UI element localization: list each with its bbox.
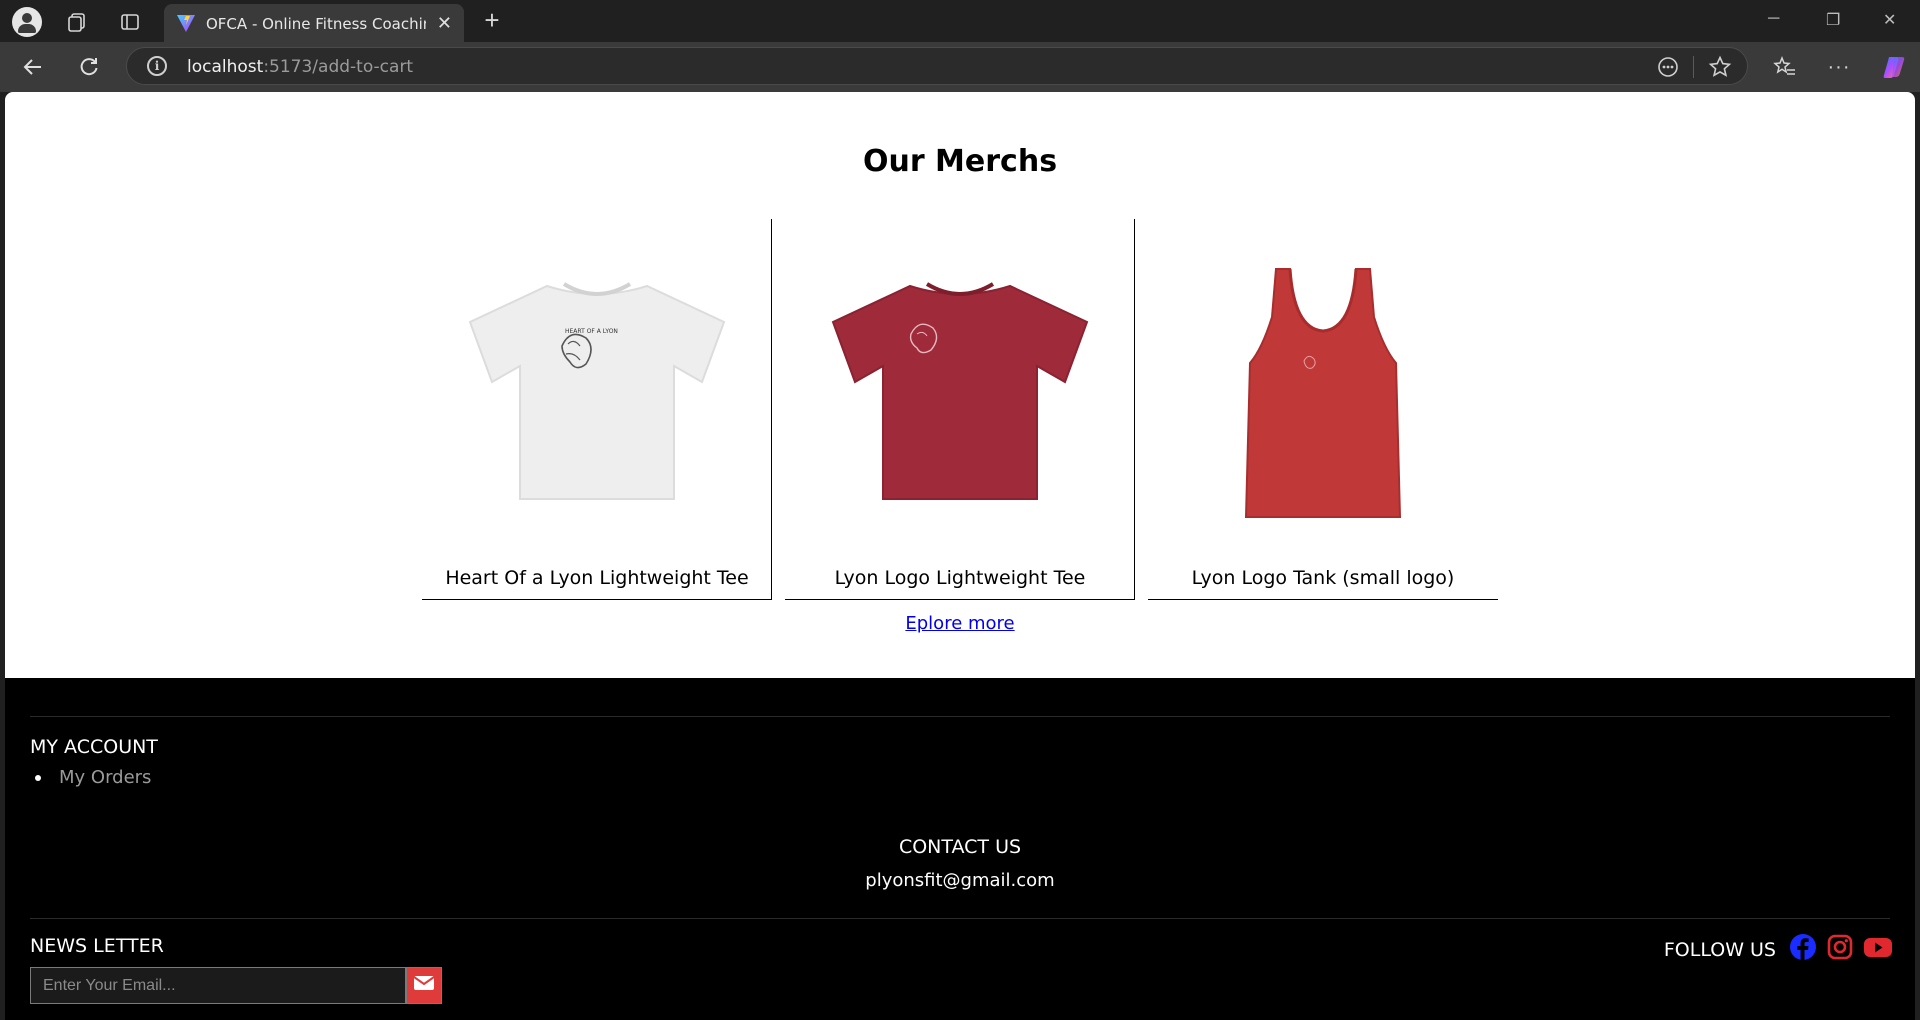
product-image[interactable]	[1148, 239, 1498, 539]
contact-us-heading: CONTACT US	[898, 836, 1022, 858]
my-orders-label[interactable]: My Orders	[59, 767, 151, 788]
product-card[interactable]: Lyon Logo Lightweight Tee	[785, 219, 1135, 600]
newsletter-email-input[interactable]	[30, 967, 406, 1004]
read-aloud-icon[interactable]	[1657, 56, 1679, 83]
tab-close-icon[interactable]: ✕	[437, 13, 452, 34]
follow-us: FOLLOW US	[1664, 933, 1893, 966]
close-window-icon[interactable]: ✕	[1883, 10, 1896, 30]
my-orders-link[interactable]: My Orders	[35, 767, 151, 788]
copilot-icon[interactable]	[1880, 53, 1908, 81]
newsletter-heading: NEWS LETTER	[30, 935, 164, 957]
new-tab-icon[interactable]: +	[478, 5, 506, 35]
url-text[interactable]: localhost:5173/add-to-cart	[187, 57, 413, 77]
my-account-heading: MY ACCOUNT	[30, 736, 158, 758]
tab-active[interactable]: OFCA - Online Fitness Coaching A ✕	[164, 4, 464, 42]
facebook-icon[interactable]	[1789, 933, 1817, 966]
product-name[interactable]: Lyon Logo Tank (small logo)	[1148, 567, 1498, 589]
favorites-icon[interactable]	[1772, 54, 1798, 80]
product-name[interactable]: Lyon Logo Lightweight Tee	[785, 567, 1135, 589]
profile-avatar-icon[interactable]	[12, 7, 42, 37]
newsletter-submit-button[interactable]	[406, 967, 442, 1004]
tab-title: OFCA - Online Fitness Coaching A	[206, 15, 426, 33]
youtube-icon[interactable]	[1863, 933, 1893, 966]
favorite-star-icon[interactable]	[1708, 55, 1732, 84]
minimize-icon[interactable]: ─	[1768, 10, 1779, 28]
more-options-icon[interactable]: ···	[1826, 54, 1852, 80]
contact-email[interactable]: plyonsfit@gmail.com	[5, 870, 1915, 891]
url-path: :5173/add-to-cart	[263, 57, 414, 77]
newsletter-form	[30, 967, 446, 1004]
workspaces-icon[interactable]	[64, 9, 90, 35]
product-card[interactable]: Lyon Logo Tank (small logo)	[1148, 219, 1498, 600]
footer: MY ACCOUNT My Orders CONTACT US plyonsfi…	[5, 678, 1915, 1020]
browser-tab-bar: OFCA - Online Fitness Coaching A ✕ + ─ ❐…	[0, 0, 1920, 42]
tab-actions-icon[interactable]	[117, 9, 143, 35]
product-card[interactable]: HEART OF A LYON Heart Of a Lyon Lightwei…	[422, 219, 772, 600]
envelope-icon	[413, 975, 435, 996]
site-info-icon[interactable]: i	[147, 56, 167, 76]
url-separator	[1693, 56, 1694, 78]
explore-more-container: Eplore more	[5, 613, 1915, 634]
footer-divider	[30, 716, 1890, 717]
url-host: localhost	[187, 57, 264, 77]
product-image[interactable]: HEART OF A LYON	[422, 239, 772, 539]
web-page: Our Merchs HEART OF A LYON Heart Of a Ly…	[5, 92, 1915, 1020]
url-field[interactable]: i localhost:5173/add-to-cart	[126, 47, 1748, 85]
follow-us-label: FOLLOW US	[1663, 938, 1776, 961]
page-title: Our Merchs	[862, 144, 1058, 179]
address-toolbar: i localhost:5173/add-to-cart ···	[0, 42, 1920, 92]
footer-divider	[30, 918, 1890, 919]
instagram-icon[interactable]	[1826, 933, 1854, 966]
back-icon[interactable]	[20, 54, 46, 80]
bullet-icon	[35, 775, 41, 781]
refresh-icon[interactable]	[76, 54, 102, 80]
restore-icon[interactable]: ❐	[1826, 10, 1840, 30]
explore-more-link[interactable]: Eplore more	[905, 613, 1014, 634]
product-name[interactable]: Heart Of a Lyon Lightweight Tee	[422, 567, 772, 589]
vite-favicon-icon	[176, 13, 196, 38]
product-image[interactable]	[785, 239, 1135, 539]
